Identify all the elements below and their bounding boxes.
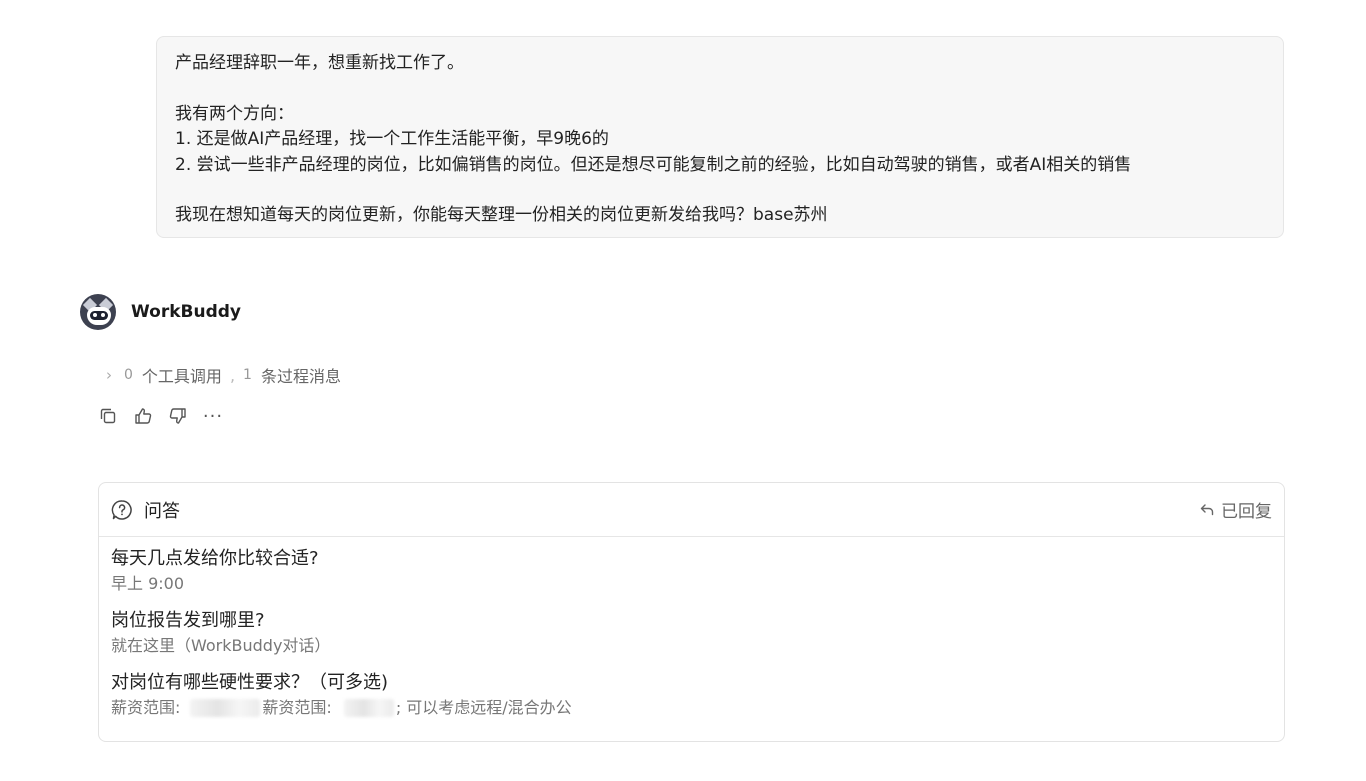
qa-item: 岗位报告发到哪里? 就在这里（WorkBuddy对话） [111, 607, 1272, 658]
qa-card-body: 每天几点发给你比较合适? 早上 9:00 岗位报告发到哪里? 就在这里（Work… [99, 537, 1284, 720]
assistant-name: WorkBuddy [131, 302, 241, 322]
qa-answer: 薪资范围: 薪资范围: ; 可以考虑远程/混合办公 [111, 696, 1272, 720]
chevron-right-icon: › [106, 366, 112, 384]
tool-calls-label: 个工具调用 [141, 367, 222, 386]
qa-answer: 早上 9:00 [111, 574, 185, 593]
user-message-line: 我有两个方向： [175, 103, 294, 124]
user-message-line: 1. 还是做AI产品经理，找一个工作生活能平衡，早9晚6的 [175, 129, 609, 149]
qa-question: 岗位报告发到哪里? [111, 610, 265, 631]
redacted-value [343, 699, 394, 717]
message-actions: ··· [96, 404, 236, 428]
user-message-line: 产品经理辞职一年，想重新找工作了。 [175, 53, 464, 73]
tool-calls-count: 0 [124, 367, 133, 383]
dislike-button[interactable] [166, 404, 190, 428]
chat-page: 产品经理辞职一年，想重新找工作了。 我有两个方向： 1. 还是做AI产品经理，找… [0, 0, 1366, 781]
qa-item: 每天几点发给你比较合适? 早上 9:00 [111, 545, 1272, 596]
copy-icon [100, 408, 116, 424]
raccoon-avatar-icon [80, 294, 116, 330]
qa-question: 对岗位有哪些硬性要求？（可多选) [111, 672, 389, 693]
qa-answer-suffix: ; 可以考虑远程/混合办公 [395, 698, 572, 717]
assistant-header: WorkBuddy [80, 294, 241, 330]
qa-card: 问答 已回复 每天几点发给你比较合适? 早上 9:00 岗位报告发到哪里? 就在… [98, 482, 1285, 742]
thumbs-up-icon [135, 408, 152, 424]
like-button[interactable] [131, 404, 155, 428]
qa-card-header: 问答 已回复 [99, 483, 1284, 537]
replied-status-label: 已回复 [1221, 502, 1272, 522]
salary-range-label: 薪资范围: [262, 698, 332, 717]
qa-answer: 就在这里（WorkBuddy对话） [111, 636, 331, 655]
user-message-line: 2. 尝试一些非产品经理的岗位，比如偏销售的岗位。但还是想尽可能复制之前的经验，… [175, 154, 1132, 175]
separator: , [229, 365, 236, 385]
qa-card-title: 问答 [144, 500, 180, 522]
redacted-value [190, 699, 261, 717]
replied-status: 已回复 [1199, 497, 1272, 522]
more-icon: ··· [202, 405, 224, 427]
reply-icon [1200, 503, 1214, 515]
qa-question: 每天几点发给你比较合适? [111, 548, 319, 569]
salary-range-label: 薪资范围: [111, 698, 181, 717]
user-message-line: 我现在想知道每天的岗位更新，你能每天整理一份相关的岗位更新发给我吗？base苏州 [175, 205, 828, 225]
process-messages-label: 条过程消息 [260, 367, 341, 386]
user-message-bubble: 产品经理辞职一年，想重新找工作了。 我有两个方向： 1. 还是做AI产品经理，找… [156, 36, 1284, 238]
thumbs-down-icon [169, 408, 186, 424]
process-summary-toggle[interactable]: › 0 个工具调用 , 1 条过程消息 [106, 363, 341, 387]
more-button[interactable]: ··· [201, 404, 225, 428]
qa-item: 对岗位有哪些硬性要求？（可多选) 薪资范围: 薪资范围: ; 可以考虑远程/混合… [111, 669, 1272, 720]
question-circle-icon [111, 499, 132, 520]
process-messages-count: 1 [243, 367, 252, 383]
copy-button[interactable] [96, 404, 120, 428]
